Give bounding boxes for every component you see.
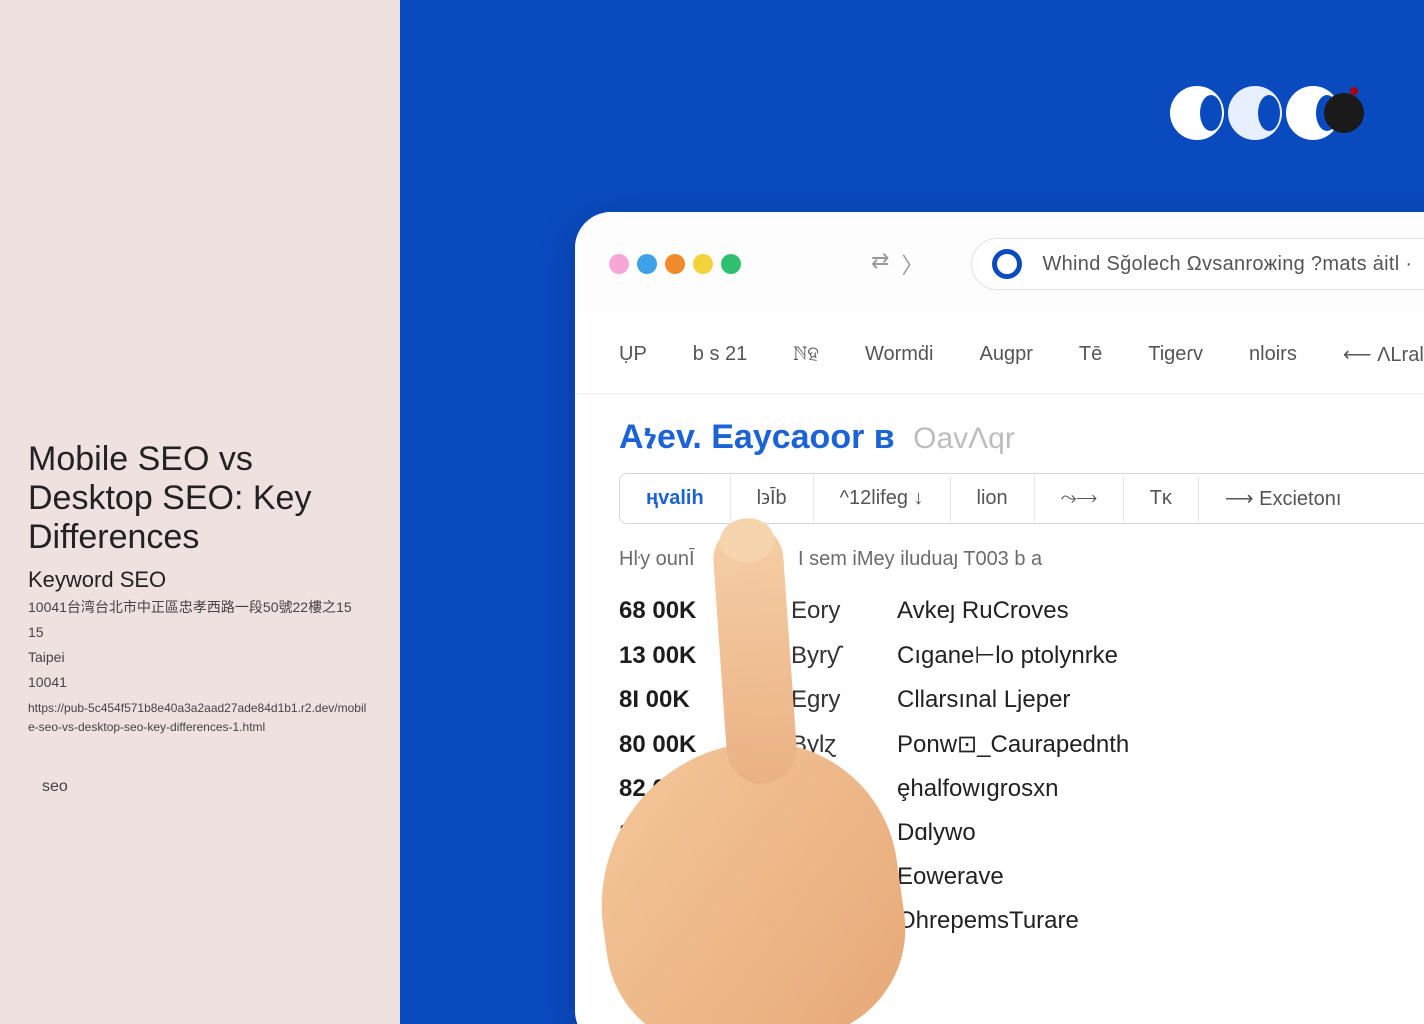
table-row[interactable]: 82 00K → Bury ȩhalfowıgrosxn: [619, 767, 1424, 811]
filter-4[interactable]: ⤳⟶: [1035, 475, 1124, 522]
row-k: 17 004: [619, 819, 729, 847]
table-row[interactable]: 8Ƚ 00K →: [619, 943, 1424, 987]
table-row[interactable]: 32 00K → Bory Eowerave: [619, 855, 1424, 899]
tab-7[interactable]: nloirs: [1249, 343, 1297, 366]
filter-0[interactable]: ңvalih: [620, 475, 731, 522]
row-k: 32 00K: [619, 863, 729, 891]
subhead-0: Hŀy ounĪ: [619, 548, 695, 571]
row-t: Dɑlywo: [897, 819, 976, 847]
table-row[interactable]: S0 00K → Nılᴠ OhrepemsTurare: [619, 899, 1424, 943]
row-m: Egry: [791, 686, 861, 714]
filter-6[interactable]: ⟶ Excietonı: [1199, 474, 1368, 523]
content-area: Aነev. Eaycaoor в OavΛqr ңvalih l϶Īb ^12l…: [575, 394, 1424, 1024]
arrow-icon: →: [737, 823, 755, 844]
logo-bubble-1: [1170, 86, 1224, 140]
table-row[interactable]: 68 00K → Eory Avkeȷ RuCroves: [619, 589, 1424, 633]
row-m: Rılɀ: [791, 819, 861, 847]
row-t: Ponw⊡_Caurapednth: [897, 730, 1129, 759]
row-k: 8I 00K: [619, 686, 729, 714]
arrow-icon: →: [737, 779, 755, 800]
row-m: Nılᴠ: [791, 907, 861, 935]
page-title: Mobile SEO vs Desktop SEO: Key Differenc…: [28, 440, 372, 557]
table-row[interactable]: 8I 00K → Egry Cllarsınal Ljeper: [619, 678, 1424, 722]
dot-pink-icon: [609, 254, 629, 274]
row-t: Eowerave: [897, 863, 1004, 891]
table-row[interactable]: 17 004 → Rılɀ Dɑlywo: [619, 811, 1424, 855]
browser-window: ⇄ 〉 Whind Sğolech Ωvsanroжing ?mats ȧitl…: [575, 212, 1424, 1024]
tab-1[interactable]: b s 21: [693, 343, 747, 366]
cast-icon[interactable]: ⇄: [871, 248, 889, 280]
tab-5[interactable]: Tē: [1079, 343, 1102, 366]
row-k: 80 00K: [619, 731, 729, 759]
row-k: S0 00K: [619, 907, 729, 935]
traffic-lights: [609, 254, 741, 274]
row-m: Byrƴ: [791, 642, 861, 670]
browser-top-bar: ⇄ 〉 Whind Sğolech Ωvsanroжing ?mats ȧitl…: [575, 212, 1424, 316]
chevron-right-icon[interactable]: 〉: [901, 248, 923, 280]
filter-2[interactable]: ^12lifeg ↓: [814, 475, 951, 522]
meta-url: https://pub-5c454f571b8e40a3a2aad27ade84…: [28, 699, 372, 737]
arrow-icon: →: [737, 645, 755, 666]
subhead-1: Roro: [725, 548, 768, 571]
subhead-row: Hŀy ounĪ Roro I sem iMey iluduaȷ T003 b …: [619, 548, 1424, 571]
filter-5[interactable]: Tᴋ: [1124, 475, 1199, 522]
arrow-icon: →: [737, 911, 755, 932]
arrow-icon: →: [737, 734, 755, 755]
row-m: Eory: [791, 597, 861, 625]
row-t: Avkeȷ RuCroves: [897, 597, 1069, 625]
tab-4[interactable]: Augpr: [980, 343, 1033, 366]
dot-green-icon: [721, 254, 741, 274]
nav-icons: ⇄ 〉: [871, 248, 923, 280]
left-panel: Mobile SEO vs Desktop SEO: Key Differenc…: [0, 0, 400, 1024]
row-t: Cıgane⊢lo ptolynrke: [897, 641, 1118, 670]
tab-2[interactable]: ℕହ: [793, 343, 819, 366]
meta-zip: 10041: [28, 672, 372, 693]
tab-row: ỤP b s 21 ℕହ Wormḋi Augpr Tē Tigeɾv nloi…: [575, 316, 1424, 394]
meta-address: 10041台湾台北市中正區忠孝西路一段50號22樓之15: [28, 597, 372, 618]
logo-row: [1170, 86, 1364, 140]
row-t: Cllarsınal Ljeper: [897, 686, 1070, 714]
headline-main: Aነev. Eaycaoor в: [619, 418, 895, 457]
hero-panel: ⇄ 〉 Whind Sğolech Ωvsanroжing ?mats ȧitl…: [400, 0, 1424, 1024]
row-m: Bury: [791, 775, 861, 803]
dot-yellow-icon: [693, 254, 713, 274]
arrow-icon: →: [737, 601, 755, 622]
row-t: OhrepemsTurare: [897, 907, 1079, 935]
dot-orange-icon: [665, 254, 685, 274]
loading-ring-icon: [992, 249, 1022, 279]
tab-3[interactable]: Wormḋi: [865, 343, 934, 366]
seo-tag: seo: [28, 778, 372, 796]
row-m: Bylɀ: [791, 731, 861, 759]
filter-1[interactable]: l϶Īb: [731, 475, 814, 522]
row-k: 68 00K: [619, 597, 729, 625]
row-k: 13 00K: [619, 642, 729, 670]
subhead-2: I sem iMey iluduaȷ T003 b a: [798, 548, 1042, 571]
logo-bubble-2: [1228, 86, 1282, 140]
row-m: Bory: [791, 863, 861, 891]
row-k: 82 00K: [619, 775, 729, 803]
address-text: Whind Sğolech Ωvsanroжing ?mats ȧitl ·: [1042, 253, 1412, 276]
results-table: 68 00K → Eory Avkeȷ RuCroves 13 00K → Byrƴ Cıg…: [619, 589, 1424, 987]
meta-line-2: 15: [28, 622, 372, 643]
tab-8[interactable]: ⟵ ɅLral ⎕: [1343, 342, 1424, 367]
arrow-icon: →: [737, 955, 755, 976]
filter-bar: ңvalih l϶Īb ^12lifeg ↓ lion ⤳⟶ Tᴋ ⟶ Exci…: [619, 473, 1424, 524]
meta-city: Taipei: [28, 647, 372, 668]
table-row[interactable]: 80 00K → Bylɀ Ponw⊡_Caurapednth: [619, 722, 1424, 767]
page-subtitle: Keyword SEO: [28, 567, 372, 593]
tab-6[interactable]: Tigeɾv: [1148, 343, 1203, 366]
row-t: ȩhalfowıgrosxn: [897, 775, 1058, 803]
tab-0[interactable]: ỤP: [619, 343, 647, 366]
arrow-icon: →: [737, 867, 755, 888]
arrow-icon: →: [737, 690, 755, 711]
filter-3[interactable]: lion: [951, 475, 1035, 522]
address-bar[interactable]: Whind Sğolech Ωvsanroжing ?mats ȧitl ·: [971, 238, 1424, 290]
table-row[interactable]: 13 00K → Byrƴ Cıgane⊢lo ptolynrke: [619, 633, 1424, 678]
logo-berry-icon: [1324, 93, 1364, 133]
headline-sub: OavΛqr: [913, 422, 1015, 455]
dot-blue-icon: [637, 254, 657, 274]
row-k: 8Ƚ 00K: [619, 951, 729, 979]
